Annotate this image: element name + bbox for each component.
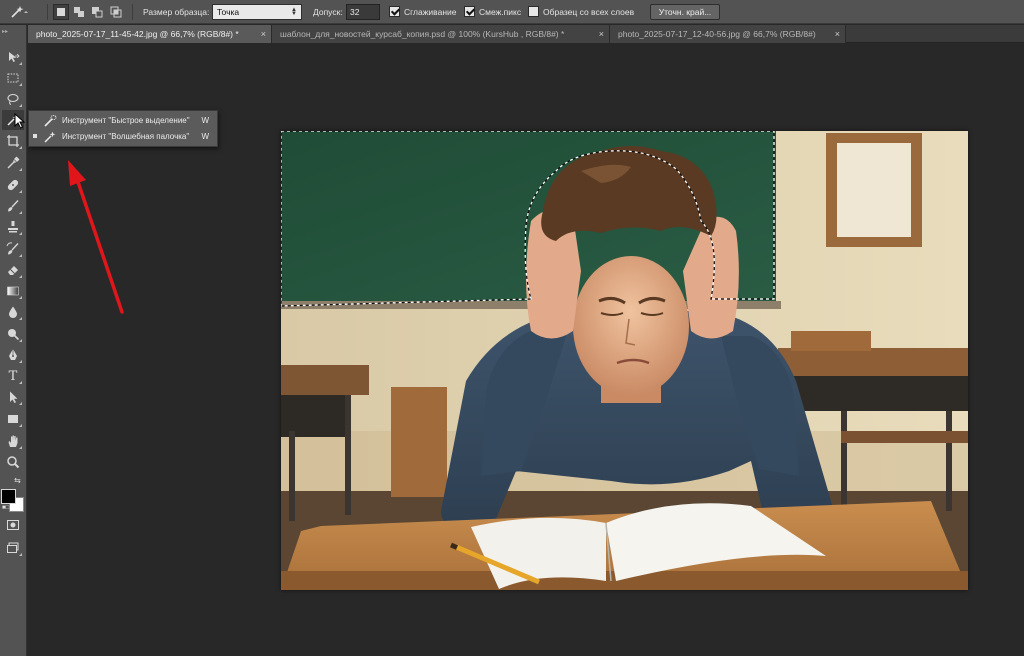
quick-selection-menu-item[interactable]: Инструмент "Быстрое выделение" W	[29, 113, 217, 129]
add-selection-icon	[74, 7, 84, 17]
lasso-icon	[7, 93, 19, 105]
selection-tools-flyout: Инструмент "Быстрое выделение" W Инструм…	[28, 110, 218, 147]
magic-wand-icon	[44, 131, 56, 143]
move-tool[interactable]	[2, 47, 24, 67]
eraser-icon	[8, 266, 18, 275]
sample-all-layers-checkbox[interactable]	[528, 6, 539, 17]
marquee-tool[interactable]	[2, 68, 24, 88]
dodge-tool[interactable]	[2, 324, 24, 344]
default-colors-icon[interactable]: ■□	[2, 505, 9, 511]
tab-template-psd[interactable]: шаблон_для_новостей_курсаб_копия.psd @ 1…	[272, 25, 610, 43]
tab-photo-11-45-42[interactable]: photo_2025-07-17_11-45-42.jpg @ 66,7% (R…	[28, 25, 272, 43]
brush-icon	[8, 200, 19, 212]
sample-size-value: Точка	[217, 7, 240, 17]
anti-alias-checkbox[interactable]	[389, 6, 400, 17]
select-arrows-icon: ▲ ▼	[291, 7, 297, 17]
options-bar: Размер образца: Точка ▲ ▼ Допуск: 32 Сгла…	[0, 0, 1024, 24]
hand-tool[interactable]	[2, 431, 24, 451]
history-brush-icon	[6, 242, 19, 255]
eyedropper-icon	[7, 156, 20, 169]
hand-icon	[8, 435, 18, 447]
tab-label: photo_2025-07-17_12-40-56.jpg @ 66,7% (R…	[618, 29, 816, 39]
history-brush-tool[interactable]	[2, 239, 24, 259]
blur-icon	[9, 306, 17, 318]
zoom-tool[interactable]	[2, 452, 24, 472]
tool-preset-picker[interactable]	[8, 0, 30, 24]
crop-icon	[7, 135, 19, 147]
document-canvas[interactable]	[281, 131, 968, 590]
quick-mask-button[interactable]	[2, 515, 24, 535]
spot-healing-tool[interactable]	[2, 175, 24, 195]
shape-tool[interactable]	[2, 409, 24, 429]
menu-item-label: Инструмент "Волшебная палочка"	[62, 132, 190, 141]
pen-tool[interactable]	[2, 345, 24, 365]
dodge-icon	[8, 329, 20, 341]
gradient-icon	[7, 286, 19, 296]
anti-alias-label: Сглаживание	[404, 7, 457, 17]
sample-size-select[interactable]: Точка ▲ ▼	[212, 4, 302, 20]
magic-wand-icon	[11, 6, 28, 18]
tolerance-input[interactable]: 32	[346, 4, 380, 20]
pen-icon	[9, 349, 17, 360]
clone-stamp-icon	[8, 221, 18, 233]
new-selection-button[interactable]	[53, 4, 69, 20]
shortcut-label: W	[201, 132, 209, 141]
sample-all-layers-label: Образец со всех слоев	[543, 7, 635, 17]
type-tool[interactable]: T	[2, 366, 24, 386]
document-tabs: photo_2025-07-17_11-45-42.jpg @ 66,7% (R…	[28, 25, 1024, 43]
screen-mode-button[interactable]	[2, 538, 24, 558]
subtract-from-selection-button[interactable]	[89, 4, 105, 20]
new-selection-icon	[57, 8, 65, 16]
tab-photo-12-40-56[interactable]: photo_2025-07-17_12-40-56.jpg @ 66,7% (R…	[610, 25, 846, 43]
subtract-selection-icon	[92, 7, 103, 18]
quick-mask-icon	[7, 520, 19, 530]
close-icon[interactable]: ×	[599, 25, 604, 43]
contiguous-label: Смеж.пикс	[479, 7, 522, 17]
gradient-tool[interactable]	[2, 281, 24, 301]
tolerance-value: 32	[350, 7, 360, 17]
menu-item-label: Инструмент "Быстрое выделение"	[62, 116, 190, 125]
eraser-tool[interactable]	[2, 260, 24, 280]
clone-stamp-tool[interactable]	[2, 217, 24, 237]
lasso-tool[interactable]	[2, 89, 24, 109]
sample-size-label: Размер образца:	[143, 7, 210, 17]
tab-label: шаблон_для_новостей_курсаб_копия.psd @ 1…	[280, 29, 565, 39]
foreground-color-swatch[interactable]	[1, 489, 16, 504]
screen-mode-icon	[7, 542, 19, 553]
close-icon[interactable]: ×	[835, 25, 840, 43]
eyedropper-tool[interactable]	[2, 153, 24, 173]
tolerance-label: Допуск:	[313, 7, 343, 17]
crop-tool[interactable]	[2, 131, 24, 151]
collapse-icon[interactable]: ▸▸	[2, 28, 8, 35]
shape-icon	[8, 415, 18, 423]
path-selection-tool[interactable]	[2, 387, 24, 407]
annotation-arrow-icon	[68, 160, 124, 314]
add-to-selection-button[interactable]	[71, 4, 87, 20]
current-tool-bullet	[33, 134, 37, 138]
brush-tool[interactable]	[2, 196, 24, 216]
contiguous-checkbox[interactable]	[464, 6, 475, 17]
swap-colors-icon[interactable]: ⇆	[14, 476, 21, 485]
intersect-selection-icon	[110, 6, 122, 18]
tab-label: photo_2025-07-17_11-45-42.jpg @ 66,7% (R…	[36, 29, 239, 39]
path-select-icon	[10, 391, 18, 403]
intersect-selection-button[interactable]	[108, 4, 124, 20]
close-icon[interactable]: ×	[261, 25, 266, 43]
shortcut-label: W	[201, 116, 209, 125]
zoom-icon	[7, 456, 20, 469]
magic-wand-menu-item[interactable]: Инструмент "Волшебная палочка" W	[29, 129, 217, 145]
rect-marquee-icon	[7, 73, 19, 83]
photo-image	[281, 131, 968, 590]
spot-healing-icon	[7, 179, 19, 191]
type-icon: T	[8, 368, 18, 384]
quick-selection-icon	[44, 115, 57, 127]
blur-tool[interactable]	[2, 302, 24, 322]
mouse-cursor-icon	[14, 113, 26, 129]
move-icon	[9, 52, 20, 62]
refine-edge-button[interactable]: Уточн. край...	[650, 4, 720, 20]
